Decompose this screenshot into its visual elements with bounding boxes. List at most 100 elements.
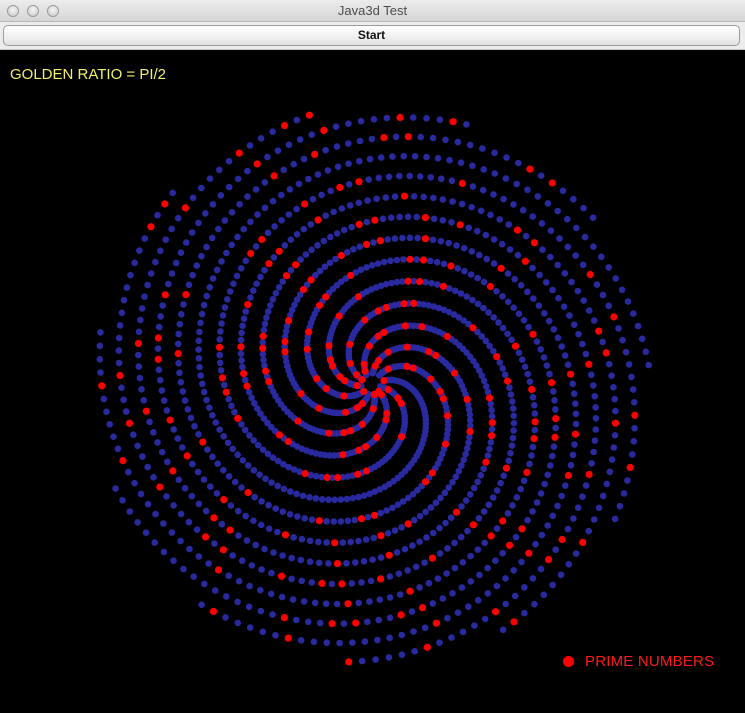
spiral-point — [152, 510, 159, 518]
spiral-point — [308, 246, 315, 254]
spiral-point — [568, 278, 575, 286]
spiral-point — [308, 131, 316, 138]
prime-point — [280, 614, 288, 622]
spiral-point — [499, 549, 507, 557]
spiral-point — [558, 343, 566, 350]
spiral-point — [524, 186, 531, 194]
prime-point — [482, 458, 490, 466]
spiral-point — [593, 281, 601, 288]
spiral-point — [493, 525, 501, 532]
spiral-point — [323, 518, 330, 525]
spiral-point — [327, 233, 334, 241]
spiral-point — [574, 504, 582, 512]
spiral-point — [195, 337, 203, 345]
spiral-point — [574, 287, 582, 295]
prime-point — [347, 427, 355, 435]
spiral-point — [315, 559, 323, 567]
spiral-point — [582, 482, 590, 489]
spiral-point — [448, 634, 455, 641]
spiral-point — [468, 203, 476, 211]
spiral-point — [269, 197, 277, 205]
spiral-point — [508, 442, 516, 449]
spiral-point — [517, 282, 525, 289]
spiral-point — [606, 468, 614, 476]
spiral-point — [538, 220, 546, 227]
spiral-point — [264, 153, 271, 161]
prime-point — [510, 618, 518, 626]
spiral-point — [137, 490, 145, 498]
spiral-point — [228, 241, 235, 249]
spiral-point — [436, 116, 444, 123]
spiral-point — [479, 145, 486, 152]
spiral-point — [434, 281, 441, 288]
prime-point — [384, 365, 392, 373]
prime-point — [318, 579, 326, 588]
spiral-point — [482, 383, 490, 390]
spiral-point — [234, 619, 242, 627]
spiral-point — [625, 361, 633, 368]
spiral-point — [297, 256, 304, 263]
spiral-point — [118, 309, 126, 317]
spiral-point — [395, 570, 403, 577]
spiral-point — [413, 256, 421, 263]
window-title: Java3d Test — [337, 3, 408, 18]
legend: PRIME NUMBERS — [563, 653, 714, 670]
spiral-point — [514, 251, 522, 259]
spiral-point — [477, 472, 485, 479]
spiral-point — [550, 443, 558, 451]
spiral-point — [221, 304, 229, 311]
prime-point — [360, 360, 368, 368]
spiral-point — [554, 261, 561, 269]
spiral-point — [330, 518, 338, 525]
spiral-point — [223, 593, 230, 600]
spiral-point — [217, 192, 225, 199]
prime-point — [631, 411, 639, 419]
prime-point — [284, 634, 292, 642]
spiral-point — [508, 336, 515, 344]
prime-point — [385, 551, 393, 559]
prime-point — [530, 435, 538, 443]
spiral-point — [185, 518, 193, 526]
spiral-point — [251, 493, 258, 501]
spiral-point — [459, 559, 467, 566]
spiral-point — [268, 479, 275, 486]
spiral-point — [474, 546, 482, 553]
spiral-point — [481, 539, 489, 547]
spiral-point — [138, 386, 145, 393]
spiral-point — [355, 493, 362, 501]
prime-point — [493, 353, 501, 361]
spiral-point — [238, 329, 245, 337]
prime-point — [237, 343, 245, 351]
spiral-point — [340, 620, 348, 627]
spiral-point — [270, 549, 277, 556]
spiral-point — [216, 336, 223, 343]
spiral-point — [199, 380, 206, 388]
spiral-point — [465, 603, 472, 610]
spiral-point — [564, 525, 572, 533]
spiral-point — [203, 396, 210, 404]
spiral-point — [114, 445, 122, 453]
spiral-point — [242, 308, 249, 315]
spiral-point — [231, 478, 239, 486]
spiral-point — [589, 214, 597, 221]
spiral-point — [504, 298, 512, 306]
spiral-point — [462, 497, 470, 504]
spiral-point — [409, 114, 417, 121]
prime-point — [421, 214, 429, 222]
spiral-point — [458, 584, 466, 591]
spiral-point — [391, 193, 399, 200]
start-button[interactable]: Start — [3, 25, 740, 46]
spiral-point — [448, 177, 456, 185]
spiral-point — [160, 548, 168, 556]
spiral-point — [439, 595, 447, 602]
spiral-point — [580, 297, 587, 304]
spiral-point — [299, 492, 307, 500]
spiral-point — [238, 484, 245, 491]
spiral-point — [213, 490, 221, 497]
spiral-point — [287, 488, 294, 495]
prime-point — [586, 270, 594, 279]
spiral-point — [346, 202, 354, 209]
prime-point — [119, 457, 127, 465]
spiral-point — [331, 496, 339, 504]
spiral-point — [536, 271, 543, 279]
